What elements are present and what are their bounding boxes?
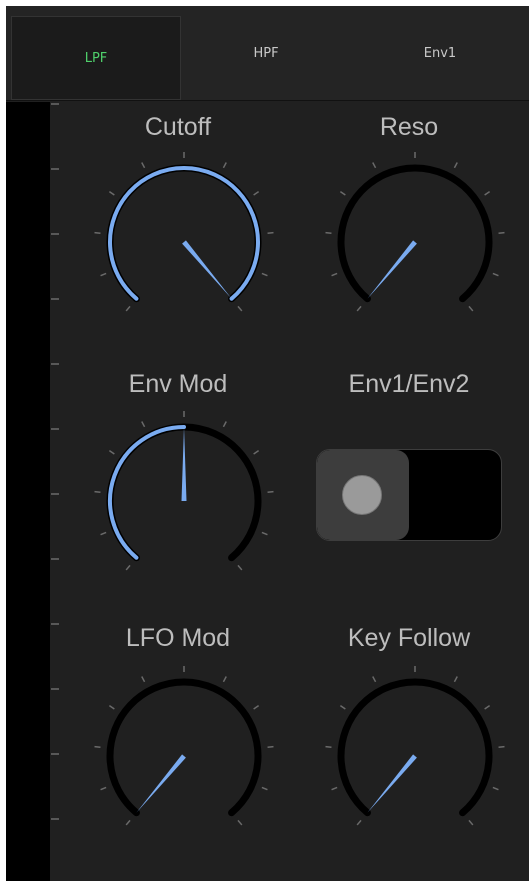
knob-tick [492,786,499,791]
scroll-strip [6,102,50,881]
knob-value-arc [108,166,260,301]
knob-tick [94,745,101,748]
knob-tick [468,305,474,312]
toggle-thumb [317,450,409,540]
knob-tick [498,745,505,748]
knob-value-arc [108,425,186,560]
knob-graphic [94,152,274,312]
filter-panel: LPF HPF Env1 Cutoff Reso Env Mod Env1/En… [6,6,529,881]
knob-tick [253,191,260,196]
knob-tick [267,231,274,234]
lfo-mod-knob[interactable] [78,648,278,848]
knob-tick [100,531,107,536]
key-follow-knob[interactable] [309,648,509,848]
knob-tick [261,531,268,536]
knob-pointer [367,754,417,813]
knob-tick [108,705,115,710]
knob-pointer [136,754,186,813]
knob-tick [468,819,474,826]
knob-graphic [94,666,274,826]
knob-track [337,164,493,303]
tab-hpf[interactable]: HPF [181,6,351,100]
knob-tick [267,745,274,748]
knob-tick [108,450,115,455]
knob-tick [372,676,377,683]
knob-graphic [325,152,505,312]
knob-tick [325,745,332,748]
cutoff-knob[interactable] [78,134,278,334]
env-mod-knob[interactable] [78,393,278,593]
knob-graphic [325,666,505,826]
knob-tick [125,305,131,312]
tab-bar: LPF HPF Env1 [6,6,529,101]
knob-tick [356,819,362,826]
knob-tick [253,450,260,455]
knob-tick [339,705,346,710]
knob-tick [356,305,362,312]
knob-tick [125,564,131,571]
knob-tick [492,272,499,277]
knob-tick [222,676,227,683]
knob-tick [331,786,338,791]
knob-tick [453,162,458,169]
knob-tick [331,272,338,277]
knob-tick [498,231,505,234]
knob-tick [108,191,115,196]
knob-tick [261,786,268,791]
knob-track [106,678,262,817]
knob-tick [141,162,146,169]
tab-lpf[interactable]: LPF [11,16,181,100]
knob-tick [261,272,268,277]
knob-tick [222,421,227,428]
knob-tick [372,162,377,169]
knob-tick [237,819,243,826]
toggle-indicator [342,475,382,515]
tab-env1[interactable]: Env1 [351,6,529,100]
knob-pointer [181,427,187,501]
knob-tick [453,676,458,683]
knob-tick [253,705,260,710]
knob-tick [237,564,243,571]
knob-tick [94,490,101,493]
knob-tick [484,191,491,196]
knob-tick [141,421,146,428]
knob-tick [484,705,491,710]
knob-tick [141,676,146,683]
env-switch-toggle[interactable] [316,449,502,541]
knob-tick [100,786,107,791]
knob-tick [339,191,346,196]
knob-track [337,678,493,817]
knob-pointer [367,240,417,299]
knob-tick [222,162,227,169]
knob-pointer [182,240,232,299]
knob-tick [100,272,107,277]
knob-tick [267,490,274,493]
knob-tick [237,305,243,312]
knob-tick [325,231,332,234]
reso-knob[interactable] [309,134,509,334]
knob-graphic [94,411,274,571]
knob-tick [94,231,101,234]
knob-tick [125,819,131,826]
env-switch-label: Env1/Env2 [348,370,470,398]
